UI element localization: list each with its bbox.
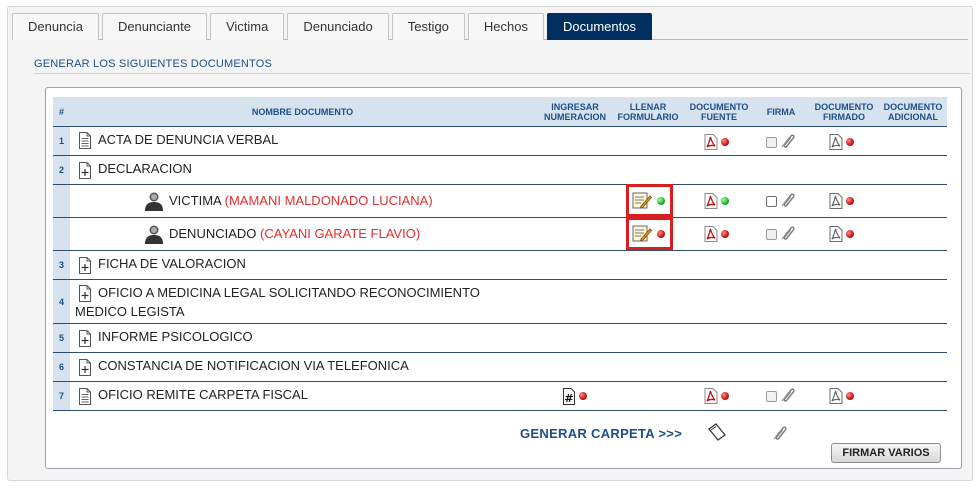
status-indicator-red [721,138,729,146]
paperclip-icon[interactable] [780,387,796,403]
status-indicator-green [657,197,665,205]
status-indicator-red [657,230,665,238]
header-llenar: LLENAR FORMULARIO [617,101,679,122]
tag-icon[interactable] [707,423,727,441]
document-name[interactable]: FICHA DE VALORACION [98,256,246,271]
paperclip-icon[interactable] [780,192,796,208]
signature-checkbox[interactable] [766,137,777,148]
participant-name[interactable]: VICTIMA (MAMANI MALDONADO LUCIANA) [169,193,433,208]
participant-person: (MAMANI MALDONADO LUCIANA) [224,193,433,208]
document-icon [78,388,92,405]
signed-document-icon[interactable] [829,134,843,150]
status-indicator-red [846,230,854,238]
participant-role: VICTIMA [169,193,222,208]
status-indicator-red [721,230,729,238]
edit-form-icon[interactable] [632,191,652,209]
header-ingresar: INGRESAR NUMERACION [544,101,606,122]
documents-panel: Denuncia Denunciante Victima Denunciado … [7,6,973,481]
paperclip-icon[interactable] [780,225,796,241]
table-row-victima: VICTIMA (MAMANI MALDONADO LUCIANA) [53,184,947,217]
tab-testigo[interactable]: Testigo [391,13,465,40]
row-number: 4 [53,280,70,323]
participant-person: (CAYANI GARATE FLAVIO) [260,226,421,241]
table-row: 6 CONSTANCIA DE NOTIFICACION VIA TELEFON… [53,352,947,381]
section-title: GENERAR LOS SIGUIENTES DOCUMENTOS [34,58,273,70]
edit-form-icon[interactable] [632,224,652,242]
document-name[interactable]: INFORME PSICOLOGICO [98,329,253,344]
signature-checkbox[interactable] [766,229,777,240]
header-firma: FIRMA [766,106,796,117]
header-firmado: DOCUMENTO FIRMADO [814,101,874,122]
document-icon [78,132,92,149]
expand-icon[interactable] [78,330,92,347]
row-number [53,185,70,217]
table-row: 2 DECLARACION [53,155,947,184]
participant-role: DENUNCIADO [169,226,257,241]
paperclip-icon[interactable] [780,133,796,149]
person-icon [144,224,164,244]
status-indicator-red [846,138,854,146]
tab-bar: Denuncia Denunciante Victima Denunciado … [12,13,968,40]
expand-icon[interactable] [78,257,92,274]
tab-denuncia[interactable]: Denuncia [12,13,99,40]
person-icon [144,191,164,211]
row-number: 3 [53,251,70,279]
document-name[interactable]: ACTA DE DENUNCIA VERBAL [98,132,278,147]
row-number: 1 [53,127,70,155]
pdf-icon[interactable] [704,388,718,404]
status-indicator-red [579,392,587,400]
table-row-denunciado: DENUNCIADO (CAYANI GARATE FLAVIO) [53,217,947,250]
row-number: 7 [53,382,70,410]
row-number [53,218,70,250]
pdf-icon[interactable] [704,226,718,242]
document-name[interactable]: DECLARACION [98,161,192,176]
participant-name[interactable]: DENUNCIADO (CAYANI GARATE FLAVIO) [169,226,420,241]
header-nombre: NOMBRE DOCUMENTO [251,106,354,117]
status-indicator-red [846,392,854,400]
table-row: 1 ACTA DE DENUNCIA VERBAL [53,126,947,155]
row-number: 2 [53,156,70,184]
header-fuente: DOCUMENTO FUENTE [689,101,749,122]
signed-document-icon[interactable] [829,388,843,404]
table-row: 7 OFICIO REMITE CARPETA FISCAL [53,381,947,411]
documents-table-box: # NOMBRE DOCUMENTO INGRESAR NUMERACION L… [45,87,962,469]
expand-icon[interactable] [78,359,92,376]
tab-denunciado[interactable]: Denunciado [287,13,389,40]
pdf-icon[interactable] [704,193,718,209]
signed-document-icon[interactable] [829,226,843,242]
generar-carpeta-link[interactable]: GENERAR CARPETA >>> [520,426,682,441]
header-adicional: DOCUMENTO ADICIONAL [883,101,943,122]
tab-documentos[interactable]: Documentos [547,13,652,40]
status-indicator-red [721,392,729,400]
tab-denunciante[interactable]: Denunciante [101,13,207,40]
tab-hechos[interactable]: Hechos [467,13,544,40]
status-indicator-green [721,197,729,205]
document-name[interactable]: OFICIO A MEDICINA LEGAL SOLICITANDO RECO… [75,283,505,321]
pdf-icon[interactable] [704,134,718,150]
signed-document-icon[interactable] [829,193,843,209]
paperclip-icon[interactable] [772,425,788,441]
row-number: 6 [53,353,70,381]
table-header: # NOMBRE DOCUMENTO INGRESAR NUMERACION L… [53,97,947,126]
row-number: 5 [53,324,70,352]
section-divider [34,73,970,74]
expand-icon[interactable] [78,162,92,179]
header-num: # [58,106,64,117]
table-row: 4 OFICIO A MEDICINA LEGAL SOLICITANDO RE… [53,279,947,323]
table-row: 5 INFORME PSICOLOGICO [53,323,947,352]
document-name[interactable]: OFICIO REMITE CARPETA FISCAL [98,387,308,402]
table-row: 3 FICHA DE VALORACION [53,250,947,279]
signature-checkbox[interactable] [766,391,777,402]
tab-victima[interactable]: Victima [209,13,285,40]
status-indicator-red [846,197,854,205]
numbering-icon[interactable] [562,388,576,405]
firmar-varios-button[interactable]: FIRMAR VARIOS [831,443,941,463]
signature-checkbox[interactable] [766,196,777,207]
document-name[interactable]: CONSTANCIA DE NOTIFICACION VIA TELEFONIC… [98,358,409,373]
